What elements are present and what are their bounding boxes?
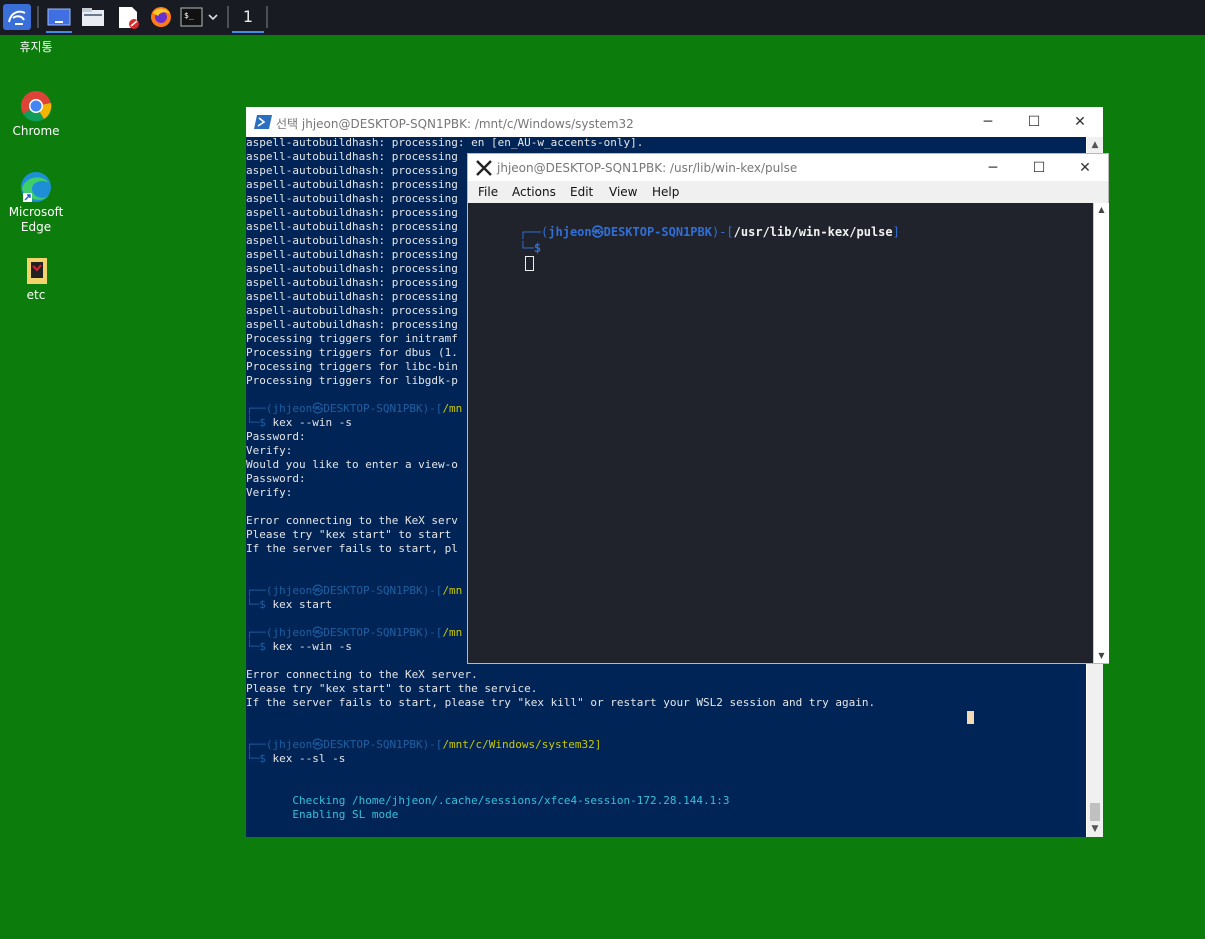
- terminal-line: aspell-autobuildhash: processing: [246, 234, 458, 247]
- desktop-icon-edge[interactable]: Microsoft Edge: [0, 171, 72, 235]
- minimize-button[interactable]: ─: [970, 154, 1016, 181]
- terminal-line: aspell-autobuildhash: processing: [246, 262, 458, 275]
- terminal-line: Processing triggers for initramf: [246, 332, 458, 345]
- terminal-line: ┌──(jhjeon㉿DESKTOP-SQN1PBK)-[/mn: [246, 402, 463, 415]
- text-cursor: [525, 256, 535, 271]
- x-logo-icon: [476, 160, 492, 176]
- desktop-icon[interactable]: [46, 4, 72, 30]
- close-button[interactable]: ✕: [1062, 154, 1108, 181]
- terminal-line: aspell-autobuildhash: processing: [246, 192, 458, 205]
- terminal-line: Processing triggers for dbus (1.: [246, 346, 458, 359]
- desktop-icon-label: Chrome: [12, 124, 60, 138]
- terminal-line: aspell-autobuildhash: processing: [246, 164, 458, 177]
- prompt-decor: └─: [519, 241, 534, 255]
- terminal-line: Checking /home/jhjeon/.cache/sessions/xf…: [246, 794, 730, 807]
- terminal-line: ┌──(jhjeon㉿DESKTOP-SQN1PBK)-[/mn: [246, 584, 463, 597]
- taskbar: $_ 1: [0, 0, 1205, 35]
- terminal-line: aspell-autobuildhash: processing: [246, 178, 458, 191]
- desktop-icon-chrome[interactable]: Chrome: [0, 90, 72, 139]
- terminal-line: Processing triggers for libc-bin: [246, 360, 458, 373]
- terminal-line: Verify:: [246, 444, 293, 457]
- terminal-line: └─$ kex --win -s: [246, 416, 352, 429]
- prompt-dollar: $: [533, 241, 542, 255]
- terminal-line: If the server fails to start, pl: [246, 542, 458, 555]
- terminal-line: Error connecting to the KeX serv: [246, 514, 458, 527]
- terminal-line: aspell-autobuildhash: processing: [246, 290, 458, 303]
- svg-text:$_: $_: [184, 11, 194, 20]
- menu-edit[interactable]: Edit: [570, 185, 593, 199]
- terminal-line: Password:: [246, 472, 306, 485]
- desktop-icon-etc[interactable]: etc: [0, 256, 72, 303]
- scrollbar[interactable]: ▲ ▼: [1093, 203, 1109, 663]
- terminal-icon[interactable]: $_: [180, 4, 204, 30]
- scroll-down-arrow-icon[interactable]: ▼: [1087, 821, 1103, 837]
- window-title: jhjeon@DESKTOP-SQN1PBK: /usr/lib/win-kex…: [497, 161, 798, 175]
- close-button[interactable]: ✕: [1057, 107, 1103, 137]
- terminal-line: Verify:: [246, 486, 293, 499]
- terminal-line: aspell-autobuildhash: processing: [246, 248, 458, 261]
- terminal-line: aspell-autobuildhash: processing: [246, 220, 458, 233]
- terminal-line: aspell-autobuildhash: processing: [246, 150, 458, 163]
- scroll-down-arrow-icon[interactable]: ▼: [1094, 649, 1109, 663]
- terminal-output[interactable]: ┌──(jhjeon㉿DESKTOP-SQN1PBK)-[/usr/lib/wi…: [468, 203, 1093, 663]
- terminal-line: Password:: [246, 430, 306, 443]
- terminal-line: Would you like to enter a view-o: [246, 458, 458, 471]
- text-editor-icon[interactable]: [115, 4, 141, 30]
- workspace-number: 1: [242, 7, 254, 26]
- firefox-icon[interactable]: [148, 4, 174, 30]
- prompt-line: └─$: [476, 224, 541, 289]
- text-cursor: [967, 711, 974, 724]
- scroll-up-arrow-icon[interactable]: ▲: [1087, 137, 1103, 153]
- terminal-line: Enabling SL mode: [246, 808, 399, 821]
- terminal-line: Error connecting to the KeX server.: [246, 668, 478, 681]
- prompt-user: jhjeon㉿DESKTOP-SQN1PBK: [548, 225, 712, 239]
- terminal-line: If the server fails to start, please try…: [246, 696, 876, 709]
- terminal-line: Please try "kex start" to start the serv…: [246, 682, 538, 695]
- terminal-line: aspell-autobuildhash: processing: en [en…: [246, 137, 644, 149]
- desktop-icon-label: Microsoft Edge: [8, 205, 64, 234]
- workspace-switcher[interactable]: 1: [232, 4, 264, 30]
- terminal-line: aspell-autobuildhash: processing: [246, 304, 458, 317]
- file-manager-icon[interactable]: [80, 4, 106, 30]
- window-titlebar[interactable]: jhjeon@DESKTOP-SQN1PBK: /usr/lib/win-kex…: [468, 154, 1108, 181]
- terminal-line: ┌──(jhjeon㉿DESKTOP-SQN1PBK)-[/mn: [246, 626, 463, 639]
- minimize-button[interactable]: ─: [965, 107, 1011, 137]
- menu-view[interactable]: View: [609, 185, 637, 199]
- menu-actions[interactable]: Actions: [512, 185, 556, 199]
- chrome-icon: [21, 91, 52, 122]
- scroll-up-arrow-icon[interactable]: ▲: [1094, 203, 1109, 217]
- desktop-icon-label: etc: [26, 288, 46, 302]
- prompt-decor: ]: [892, 225, 900, 239]
- desktop-icon-label: 휴지통: [19, 40, 53, 54]
- scrollbar-thumb[interactable]: [1090, 803, 1100, 821]
- terminal-line: aspell-autobuildhash: processing: [246, 206, 458, 219]
- desktop-icon-trash[interactable]: 휴지통: [0, 35, 72, 55]
- terminal-line: └─$ kex start: [246, 598, 333, 611]
- terminal-line: └─$ kex --sl -s: [246, 752, 346, 765]
- maximize-button[interactable]: ☐: [1011, 107, 1057, 137]
- menu-bar: File Actions Edit View Help: [468, 181, 1108, 203]
- menu-file[interactable]: File: [478, 185, 498, 199]
- file-icon: [27, 258, 47, 284]
- chevron-down-icon[interactable]: [206, 4, 220, 30]
- terminal-line: Please try "kex start" to start: [246, 528, 452, 541]
- window-titlebar[interactable]: 선택 jhjeon@DESKTOP-SQN1PBK: /mnt/c/Window…: [246, 107, 1103, 137]
- terminal-line: ┌──(jhjeon㉿DESKTOP-SQN1PBK)-[/mnt/c/Wind…: [246, 738, 602, 751]
- menu-help[interactable]: Help: [652, 185, 679, 199]
- window-title: 선택 jhjeon@DESKTOP-SQN1PBK: /mnt/c/Window…: [276, 117, 634, 131]
- terminal-line: aspell-autobuildhash: processing: [246, 276, 458, 289]
- terminal-line: └─$ kex --win -s: [246, 640, 352, 653]
- prompt-path: /usr/lib/win-kex/pulse: [733, 225, 893, 239]
- powershell-icon: [254, 115, 272, 129]
- maximize-button[interactable]: ☐: [1016, 154, 1062, 181]
- kex-terminal-window[interactable]: jhjeon@DESKTOP-SQN1PBK: /usr/lib/win-kex…: [467, 153, 1109, 664]
- terminal-line: Processing triggers for libgdk-p: [246, 374, 458, 387]
- terminal-line: aspell-autobuildhash: processing: [246, 318, 458, 331]
- edge-icon: [21, 172, 51, 202]
- kali-menu-icon[interactable]: [3, 4, 31, 30]
- prompt-decor: )-[: [711, 225, 734, 239]
